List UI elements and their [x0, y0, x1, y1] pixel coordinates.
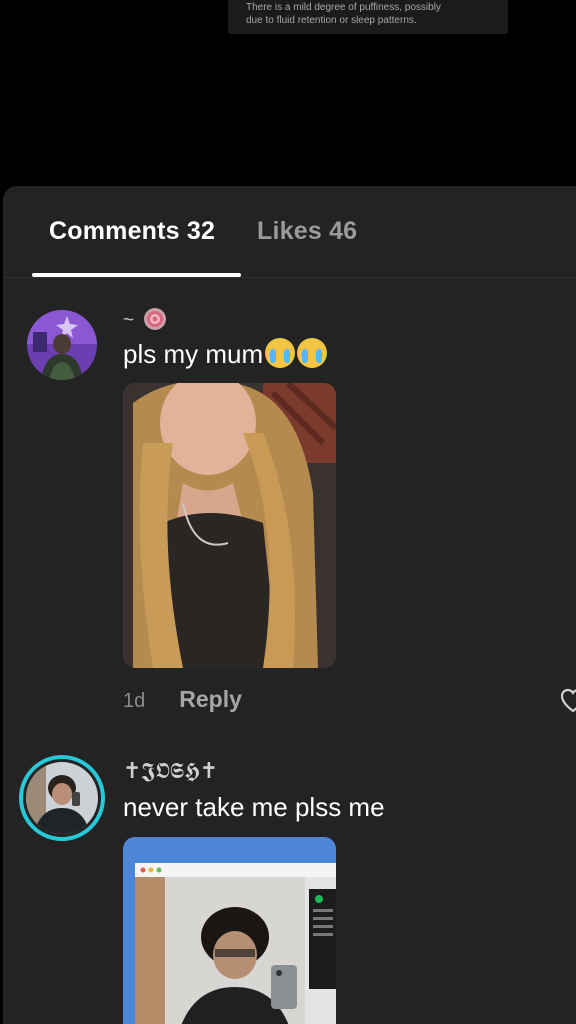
- video-caption-box: There is a mild degree of puffiness, pos…: [228, 0, 508, 34]
- tab-bar: Comments 32 Likes 46: [3, 186, 576, 278]
- comment-photo[interactable]: [123, 837, 336, 1024]
- tab-likes[interactable]: Likes 46: [257, 217, 357, 246]
- active-tab-indicator: [32, 273, 241, 277]
- pink-gear-icon: [144, 308, 167, 330]
- comment-text: never take me plss me: [123, 792, 385, 822]
- loudly-crying-face-icon: [265, 338, 296, 368]
- avatar[interactable]: [19, 755, 105, 841]
- tab-comments[interactable]: Comments 32: [49, 217, 215, 246]
- comment-username[interactable]: ~: [123, 306, 168, 332]
- username-text: ~: [123, 310, 135, 331]
- comment-time: 1d: [123, 690, 146, 712]
- comment-meta: 1d Reply: [123, 686, 242, 713]
- video-caption-line-2: due to fluid retention or sleep patterns…: [246, 15, 417, 26]
- comment-photo-image: [123, 383, 336, 668]
- comment-text: pls my mum: [123, 338, 328, 370]
- comment-text-body: pls my mum: [123, 339, 264, 369]
- avatar[interactable]: [27, 310, 97, 380]
- avatar-image: [26, 762, 98, 834]
- comment-photo[interactable]: [123, 383, 336, 668]
- heart-icon[interactable]: [561, 688, 576, 714]
- reply-button[interactable]: Reply: [179, 686, 242, 712]
- comments-sheet: Comments 32 Likes 46 ~ pls my mum 1d Rep…: [3, 186, 576, 1024]
- loudly-crying-face-icon: [297, 338, 328, 368]
- video-caption-line-1: There is a mild degree of puffiness, pos…: [246, 2, 441, 13]
- comment-photo-image: [123, 837, 336, 1024]
- comment-username[interactable]: ✝𝕵𝕺𝕾𝕳✝: [123, 758, 218, 784]
- avatar-image: [27, 310, 97, 380]
